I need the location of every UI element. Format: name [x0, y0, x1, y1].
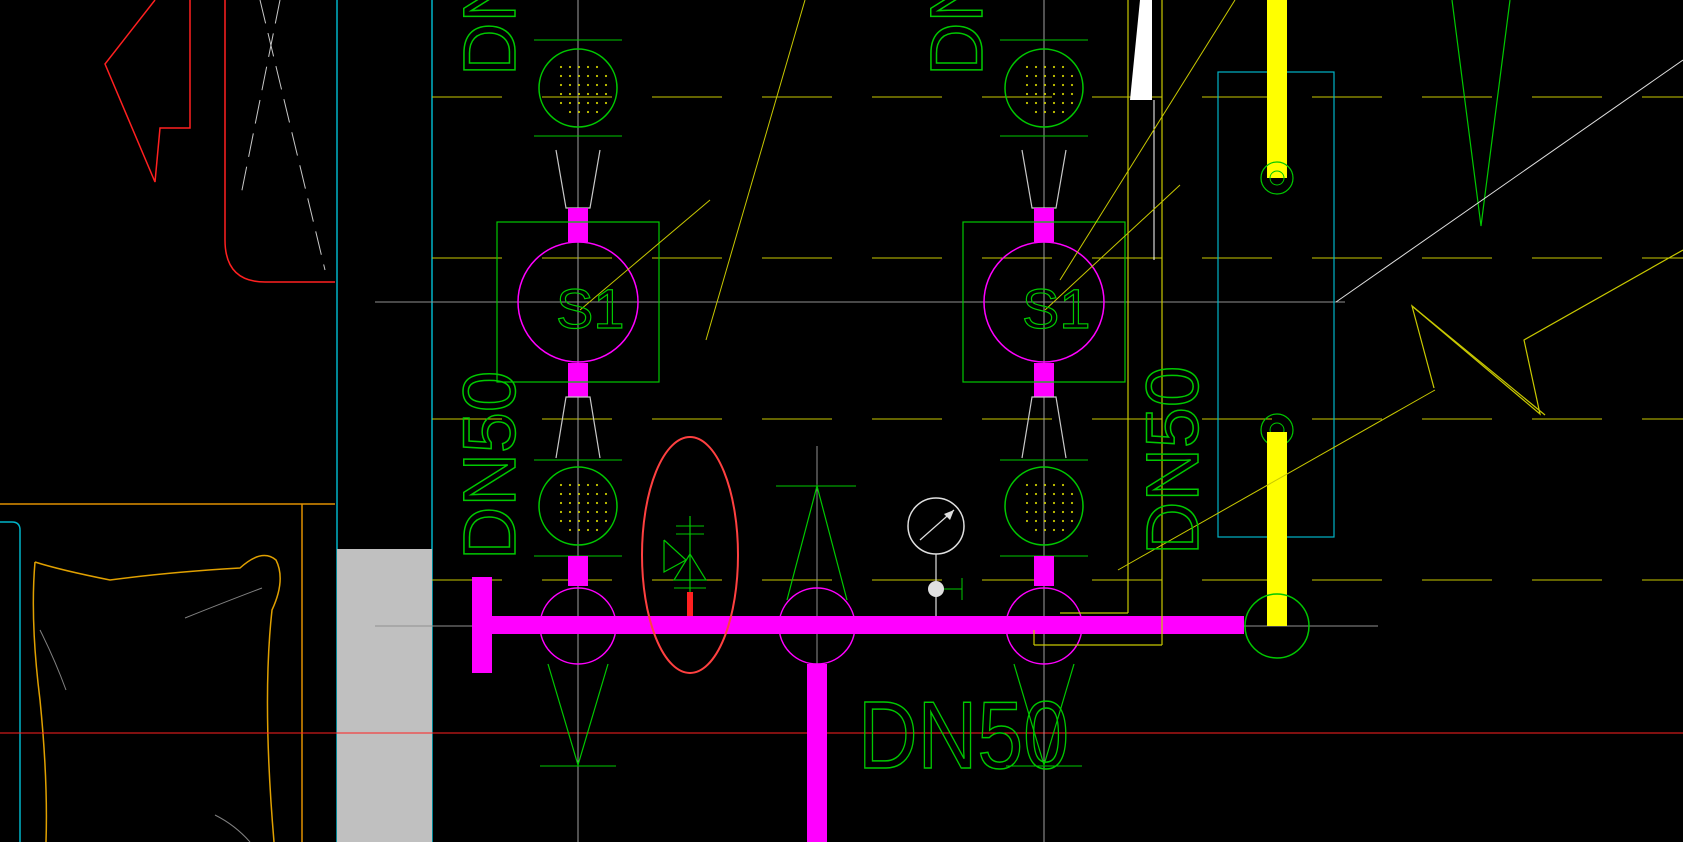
pipe-size-label-bottom: DN50 [858, 681, 1069, 788]
yellow-riser-top [1267, 0, 1287, 178]
check-valve-icon[interactable] [663, 516, 708, 616]
pipe-size-label-right-vertical: DN50 [1131, 366, 1214, 555]
yellow-riser-bottom [1267, 432, 1287, 626]
cad-drawing-canvas[interactable]: DN50 DN50 DN50 DN DN S1 S1 [0, 0, 1683, 842]
strainer-icon[interactable] [776, 446, 856, 842]
pipe-size-label-top-right: DN [915, 0, 998, 76]
red-outline-shape [104, 0, 191, 183]
red-rounded-outline [224, 0, 335, 283]
pipe-size-label-left-vertical: DN50 [448, 371, 531, 560]
dimension-labels: DN50 DN50 DN50 DN DN S1 S1 [447, 0, 1215, 789]
white-arrow-marker [1130, 0, 1152, 100]
pump-mark-right: S1 [1022, 277, 1091, 340]
right-side-elements [579, 0, 1683, 659]
pump-mark-left: S1 [556, 277, 625, 340]
pipe-size-label-top-left: DN [448, 0, 531, 76]
pressure-gauge-icon[interactable] [907, 497, 965, 616]
gray-wall-block [337, 549, 432, 842]
left-room-area [0, 0, 433, 842]
pillow-outline [32, 554, 281, 842]
